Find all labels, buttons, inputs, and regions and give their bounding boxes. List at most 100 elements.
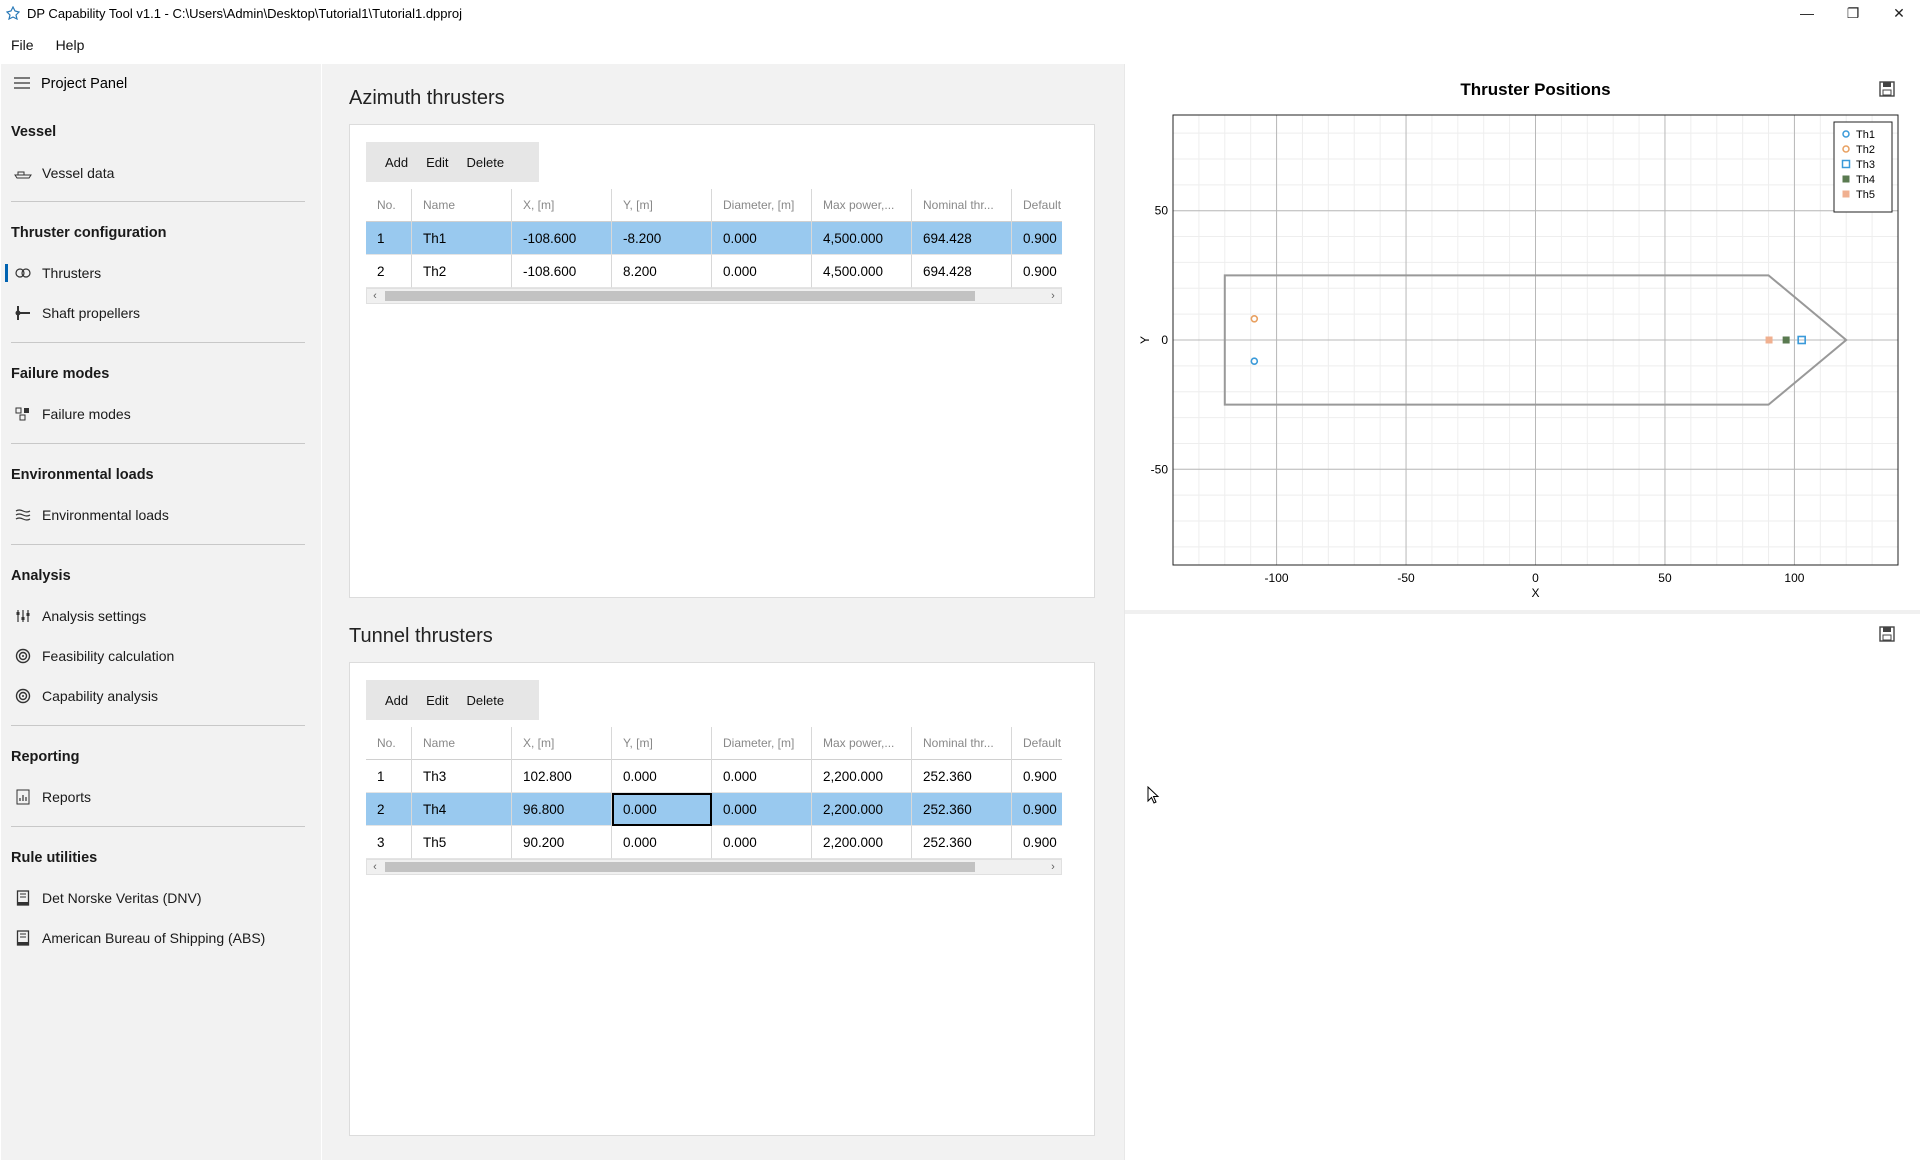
scroll-left-icon[interactable]: ‹ (367, 289, 383, 303)
close-button[interactable]: ✕ (1876, 0, 1922, 26)
scrollbar-thumb[interactable] (385, 291, 975, 301)
table-cell[interactable]: 96.800 (512, 793, 612, 826)
table-cell[interactable]: 90.200 (512, 826, 612, 859)
table-cell[interactable]: 0.000 (712, 255, 812, 288)
table-cell[interactable]: Th4 (412, 793, 512, 826)
section-reporting: Reporting (11, 749, 80, 765)
sidebar-item-feasibility-calculation[interactable]: Feasibility calculation (1, 637, 321, 675)
sidebar-item-analysis-settings[interactable]: Analysis settings (1, 597, 321, 635)
sidebar-item-failure-modes[interactable]: Failure modes (1, 395, 321, 433)
table-cell[interactable]: 0.900 (1012, 826, 1062, 859)
table-cell[interactable]: 2 (366, 255, 412, 288)
delete-button[interactable]: Delete (458, 693, 514, 708)
table-cell[interactable]: 0.000 (712, 760, 812, 793)
horizontal-scrollbar[interactable]: ‹ › (366, 859, 1062, 875)
column-header[interactable]: Diameter, [m] (712, 189, 812, 222)
table-cell[interactable]: 252.360 (912, 760, 1012, 793)
table-cell[interactable]: 0.000 (712, 793, 812, 826)
table-cell[interactable]: 1 (366, 760, 412, 793)
column-header[interactable]: No. (366, 727, 412, 760)
column-header[interactable]: X, [m] (512, 189, 612, 222)
project-panel-header[interactable]: Project Panel (1, 64, 321, 104)
column-header[interactable]: Max power,... (812, 727, 912, 760)
menu-help[interactable]: Help (45, 37, 96, 53)
minimize-button[interactable]: — (1784, 0, 1830, 26)
sidebar-item-reports[interactable]: Reports (1, 778, 321, 816)
hamburger-icon[interactable] (14, 76, 30, 92)
table-cell[interactable]: 694.428 (912, 222, 1012, 255)
sidebar-item-dnv[interactable]: Det Norske Veritas (DNV) (1, 879, 321, 917)
divider (11, 201, 305, 202)
table-cell[interactable]: 0.900 (1012, 222, 1062, 255)
table-cell[interactable]: 2,200.000 (812, 793, 912, 826)
table-cell[interactable]: 0.000 (712, 222, 812, 255)
table-cell[interactable]: 694.428 (912, 255, 1012, 288)
column-header[interactable]: Y, [m] (612, 189, 712, 222)
column-header[interactable]: No. (366, 189, 412, 222)
column-header[interactable]: X, [m] (512, 727, 612, 760)
table-row[interactable]: 2 Th2 -108.600 8.200 0.000 4,500.000 694.428 0.… (366, 255, 1062, 288)
column-header[interactable]: Max power,... (812, 189, 912, 222)
save-icon[interactable] (1879, 626, 1895, 642)
tunnel-toolbar: Add Edit Delete (366, 680, 539, 720)
column-header[interactable]: Y, [m] (612, 727, 712, 760)
sidebar-item-capability-analysis[interactable]: Capability analysis (1, 677, 321, 715)
column-header[interactable]: Name (412, 189, 512, 222)
column-header[interactable]: Default th (1012, 727, 1062, 760)
scroll-right-icon[interactable]: › (1045, 860, 1061, 874)
divider (11, 544, 305, 545)
azimuth-table[interactable]: No. Name X, [m] Y, [m] Diameter, [m] Max powe… (366, 189, 1062, 304)
table-cell[interactable]: Th1 (412, 222, 512, 255)
column-header[interactable]: Diameter, [m] (712, 727, 812, 760)
scroll-right-icon[interactable]: › (1045, 289, 1061, 303)
sidebar-item-environmental-loads[interactable]: Environmental loads (1, 496, 321, 534)
sidebar-item-thrusters[interactable]: Thrusters (1, 254, 321, 292)
table-row[interactable]: 1 Th1 -108.600 -8.200 0.000 4,500.000 694.428 0… (366, 222, 1062, 255)
add-button[interactable]: Add (366, 155, 417, 170)
scroll-left-icon[interactable]: ‹ (367, 860, 383, 874)
table-cell[interactable]: -108.600 (512, 222, 612, 255)
table-cell[interactable]: Th3 (412, 760, 512, 793)
horizontal-scrollbar[interactable]: ‹ › (366, 288, 1062, 304)
table-cell[interactable]: -8.200 (612, 222, 712, 255)
table-cell[interactable]: 0.000 (612, 760, 712, 793)
edit-button[interactable]: Edit (417, 693, 457, 708)
table-cell[interactable]: 252.360 (912, 826, 1012, 859)
table-cell[interactable]: 0.000 (712, 826, 812, 859)
tunnel-table[interactable]: No. Name X, [m] Y, [m] Diameter, [m] Max powe… (366, 727, 1062, 875)
table-cell[interactable]: Th5 (412, 826, 512, 859)
table-cell[interactable]: 8.200 (612, 255, 712, 288)
column-header[interactable]: Nominal thr... (912, 189, 1012, 222)
table-cell[interactable]: 2,200.000 (812, 826, 912, 859)
add-button[interactable]: Add (366, 693, 417, 708)
table-cell[interactable]: Th2 (412, 255, 512, 288)
table-row[interactable]: 1 Th3 102.800 0.000 0.000 2,200.000 252.360 0.9… (366, 760, 1062, 793)
table-cell[interactable]: 2,200.000 (812, 760, 912, 793)
table-cell[interactable]: 4,500.000 (812, 255, 912, 288)
table-cell[interactable]: 0.000 (612, 826, 712, 859)
table-cell[interactable]: 0.000 (612, 793, 712, 826)
table-cell[interactable]: 1 (366, 222, 412, 255)
scrollbar-thumb[interactable] (385, 862, 975, 872)
menu-file[interactable]: File (0, 37, 45, 53)
delete-button[interactable]: Delete (458, 155, 514, 170)
sidebar-item-vessel-data[interactable]: Vessel data (1, 154, 321, 192)
table-cell[interactable]: -108.600 (512, 255, 612, 288)
table-cell[interactable]: 252.360 (912, 793, 1012, 826)
column-header[interactable]: Nominal thr... (912, 727, 1012, 760)
table-row[interactable]: 2 Th4 96.800 0.000 0.000 2,200.000 252.360 0.90… (366, 793, 1062, 826)
sidebar-item-shaft-propellers[interactable]: Shaft propellers (1, 294, 321, 332)
maximize-button[interactable]: ❐ (1830, 0, 1876, 26)
column-header[interactable]: Name (412, 727, 512, 760)
sidebar-item-abs[interactable]: American Bureau of Shipping (ABS) (1, 919, 321, 957)
table-cell[interactable]: 102.800 (512, 760, 612, 793)
table-cell[interactable]: 0.900 (1012, 760, 1062, 793)
table-row[interactable]: 3 Th5 90.200 0.000 0.000 2,200.000 252.360 0.90… (366, 826, 1062, 859)
edit-button[interactable]: Edit (417, 155, 457, 170)
table-cell[interactable]: 3 (366, 826, 412, 859)
table-cell[interactable]: 4,500.000 (812, 222, 912, 255)
table-cell[interactable]: 0.900 (1012, 255, 1062, 288)
table-cell[interactable]: 2 (366, 793, 412, 826)
table-cell[interactable]: 0.900 (1012, 793, 1062, 826)
column-header[interactable]: Default th (1012, 189, 1062, 222)
